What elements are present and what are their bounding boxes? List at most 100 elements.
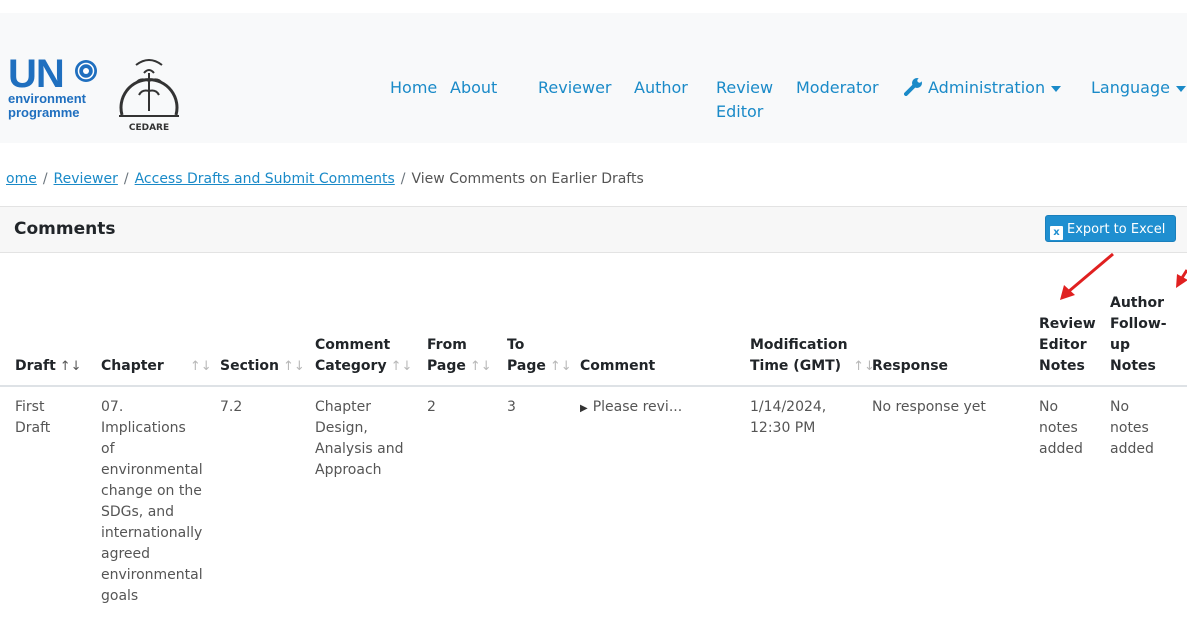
breadcrumb-separator: /: [42, 171, 48, 187]
unep-logo[interactable]: UN environment programme: [2, 52, 107, 120]
th-from-line1: From: [427, 337, 467, 353]
th-afn-line2: Follow-: [1110, 316, 1167, 332]
th-ren-line3: Notes: [1039, 358, 1085, 374]
sort-icon: ↑↓: [549, 359, 572, 374]
export-to-excel-button[interactable]: x Export to Excel: [1045, 215, 1176, 242]
sort-icon: ↑↓: [189, 359, 212, 374]
nav-review-editor[interactable]: Review Editor: [716, 76, 773, 124]
cell-chapter-line: SDGs, and: [101, 504, 175, 520]
nav-moderator[interactable]: Moderator: [796, 76, 879, 100]
th-mod-line2: Time (GMT): [750, 358, 842, 374]
cell-afn-line1: No: [1110, 399, 1130, 415]
cell-mod-line2: 12:30 PM: [750, 420, 816, 436]
cell-chapter-line: environmental: [101, 567, 203, 583]
th-draft[interactable]: Draft ↑↓: [15, 356, 82, 377]
cell-comment-category: Chapter Design, Analysis and Approach: [315, 397, 403, 481]
annotation-arrow: [1176, 269, 1187, 288]
th-author-followup-notes: Author Follow- up Notes: [1110, 293, 1167, 377]
cell-category-line: Chapter: [315, 399, 371, 415]
nav-language-label: Language: [1091, 78, 1170, 97]
cell-category-line: Approach: [315, 462, 382, 478]
cell-category-line: Analysis and: [315, 441, 404, 457]
top-navbar: UN environment programme CEDARE Home Abo…: [0, 13, 1187, 143]
breadcrumb: ome / Reviewer / Access Drafts and Submit Co…: [6, 169, 644, 189]
cell-draft: First Draft: [15, 397, 50, 439]
caret-down-icon: [1051, 85, 1062, 92]
cell-chapter: 07. Implications of environmental change on …: [101, 397, 203, 607]
cell-review-editor-notes: No notes added: [1039, 397, 1083, 460]
cell-chapter-line: internationally: [101, 525, 203, 541]
th-from-page[interactable]: From Page ↑↓: [427, 335, 492, 377]
cell-section: 7.2: [220, 399, 243, 415]
caret-right-icon: ▶: [580, 403, 588, 414]
th-section-label: Section: [220, 358, 279, 374]
cell-ren-line1: No: [1039, 399, 1059, 415]
nav-language[interactable]: Language: [1091, 76, 1186, 100]
th-to-page[interactable]: To Page ↑↓: [507, 335, 572, 377]
cedare-logo-text: CEDARE: [129, 123, 169, 133]
cell-chapter-line: change on the: [101, 483, 202, 499]
sort-icon: ↑↓: [282, 359, 305, 374]
th-ren-line1: Review: [1039, 316, 1096, 332]
sort-icon: ↑↓: [59, 359, 82, 374]
nav-administration-label: Administration: [928, 78, 1046, 97]
table-header-divider: [0, 385, 1187, 387]
cell-chapter-line: 07.: [101, 399, 124, 415]
cell-comment-text: Please revi...: [592, 399, 683, 415]
un-logo-text: UN: [8, 52, 65, 96]
un-globe-icon: [75, 60, 97, 82]
th-review-editor-notes: Review Editor Notes: [1039, 314, 1096, 377]
cedare-logo[interactable]: CEDARE: [114, 53, 184, 135]
caret-down-icon: [1175, 85, 1186, 92]
breadcrumb-reviewer[interactable]: Reviewer: [54, 171, 118, 187]
nav-about[interactable]: About: [450, 76, 497, 100]
th-draft-label: Draft: [15, 358, 56, 374]
th-category-line1: Comment: [315, 337, 391, 353]
cell-category-line: Design,: [315, 420, 368, 436]
cell-draft-line1: First: [15, 399, 45, 415]
cell-response: No response yet: [872, 399, 986, 415]
comments-card-header: Comments: [0, 206, 1187, 253]
excel-icon: x: [1050, 226, 1063, 240]
cell-to-page: 3: [507, 399, 516, 415]
annotation-arrow: [1060, 252, 1114, 300]
cell-author-followup-notes: No notes added: [1110, 397, 1154, 460]
breadcrumb-separator: /: [123, 171, 129, 187]
unep-logo-line2: programme: [8, 105, 80, 120]
th-to-line1: To: [507, 337, 525, 353]
cell-chapter-line: agreed: [101, 546, 151, 562]
sort-icon: ↑↓: [390, 359, 413, 374]
cell-comment-expander[interactable]: ▶ Please revi...: [580, 397, 682, 419]
export-button-label: Export to Excel: [1067, 222, 1166, 237]
cell-chapter-line: goals: [101, 588, 139, 604]
nav-home[interactable]: Home: [390, 76, 437, 100]
th-section[interactable]: Section ↑↓: [220, 356, 305, 377]
nav-reviewer[interactable]: Reviewer: [538, 76, 612, 100]
breadcrumb-home[interactable]: ome: [6, 171, 37, 187]
th-from-line2: Page: [427, 358, 466, 374]
cell-afn-line3: added: [1110, 441, 1154, 457]
th-comment: Comment: [580, 358, 656, 374]
th-comment-category[interactable]: Comment Category ↑↓: [315, 335, 412, 377]
cell-afn-line2: notes: [1110, 420, 1149, 436]
nav-author[interactable]: Author: [634, 76, 688, 100]
th-afn-line4: Notes: [1110, 358, 1156, 374]
breadcrumb-access-drafts[interactable]: Access Drafts and Submit Comments: [135, 171, 395, 187]
cell-modification-time: 1/14/2024, 12:30 PM: [750, 397, 826, 439]
card-title: Comments: [14, 219, 116, 239]
th-modification-time[interactable]: Modification Time (GMT) ↑↓: [750, 335, 875, 377]
nav-administration[interactable]: Administration: [904, 76, 1062, 100]
cell-ren-line2: notes: [1039, 420, 1078, 436]
th-afn-line3: up: [1110, 337, 1130, 353]
wrench-icon: [904, 78, 922, 96]
cedare-emblem-icon: CEDARE: [119, 59, 179, 133]
th-response: Response: [872, 358, 949, 374]
cell-from-page: 2: [427, 399, 436, 415]
th-chapter[interactable]: Chapter ↑↓: [101, 356, 212, 377]
cell-mod-line1: 1/14/2024,: [750, 399, 827, 415]
cell-ren-line3: added: [1039, 441, 1083, 457]
nav-review-editor-line2: Editor: [716, 102, 764, 121]
sort-icon: ↑↓: [469, 359, 492, 374]
th-to-line2: Page: [507, 358, 546, 374]
th-category-line2: Category: [315, 358, 387, 374]
